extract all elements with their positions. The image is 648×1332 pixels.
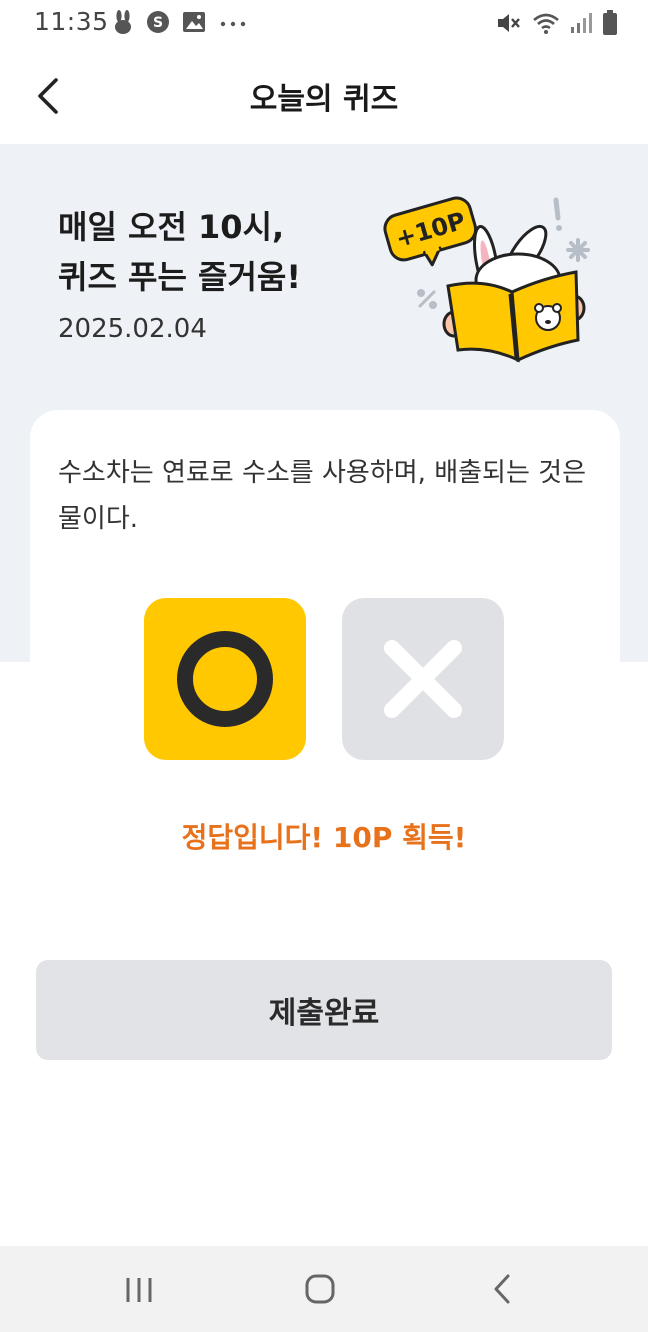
app-header: 오늘의 퀴즈 — [0, 44, 648, 144]
system-nav-bar — [0, 1246, 648, 1332]
back-icon — [494, 1274, 510, 1304]
status-time: 11:35 — [34, 7, 109, 36]
quiz-question: 수소차는 연료로 수소를 사용하며, 배출되는 것은 물이다. — [58, 458, 586, 534]
svg-text:S: S — [153, 15, 163, 31]
answer-x-button[interactable] — [342, 598, 504, 760]
signal-icon — [571, 13, 592, 33]
rabbit-reading-book-illustration: +10P — [383, 196, 590, 363]
recent-apps-button[interactable] — [110, 1266, 170, 1312]
home-button[interactable] — [290, 1266, 350, 1312]
answer-o-button[interactable] — [144, 598, 306, 760]
home-icon — [305, 1274, 335, 1304]
battery-icon — [603, 10, 617, 35]
circle-o-icon — [177, 631, 273, 727]
status-right-icons — [496, 10, 618, 36]
hero-title: 매일 오전 10시, 퀴즈 푸는 즐거움! — [58, 208, 301, 296]
page-title: 오늘의 퀴즈 — [249, 82, 399, 117]
status-bar: 11:35 S — [0, 0, 648, 44]
status-left-icons: S — [112, 10, 248, 34]
s-coin-icon: S — [147, 11, 169, 33]
system-back-button[interactable] — [472, 1266, 532, 1312]
wifi-icon — [533, 13, 559, 34]
quiz-date: 2025.02.04 — [58, 314, 207, 344]
submit-complete-button[interactable]: 제출완료 — [36, 960, 612, 1060]
image-icon — [183, 12, 205, 32]
more-icon — [220, 21, 246, 27]
recent-apps-icon — [126, 1278, 152, 1302]
result-message: 정답입니다! 10P 획득! — [181, 821, 467, 854]
mute-icon — [498, 14, 520, 32]
rabbit-icon — [115, 10, 131, 34]
cross-x-icon — [384, 640, 462, 718]
